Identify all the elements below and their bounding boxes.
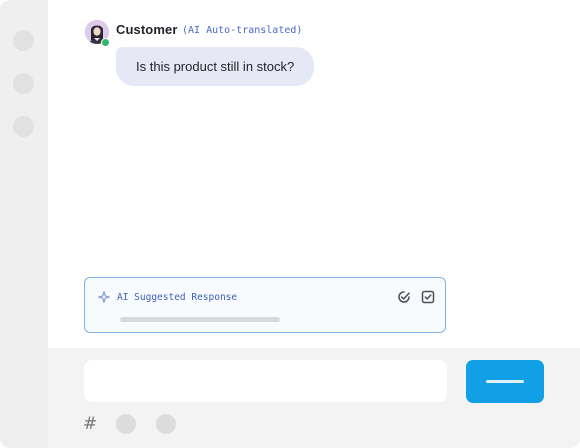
message-bubble: Is this product still in stock?	[116, 47, 315, 86]
auto-translated-tag: (AI Auto-translated)	[182, 25, 303, 36]
sidebar	[0, 0, 48, 448]
sidebar-item-1[interactable]	[13, 30, 34, 51]
composer-tool-button-2[interactable]	[156, 414, 176, 434]
checkbox-icon[interactable]	[421, 290, 435, 304]
sidebar-item-3[interactable]	[13, 116, 34, 137]
send-button[interactable]	[466, 360, 544, 403]
sidebar-item-2[interactable]	[13, 73, 34, 94]
ai-suggestion-box[interactable]	[84, 277, 446, 333]
hash-icon[interactable]: #	[83, 414, 97, 434]
suggestion-loading-placeholder	[120, 317, 280, 322]
online-status-indicator	[101, 38, 110, 47]
ai-suggestion-label: AI Suggested Response	[117, 292, 238, 303]
accept-suggestion-icon[interactable]	[397, 290, 411, 304]
chat-window: Customer (AI Auto-translated) Is this pr…	[0, 0, 580, 448]
composer-tool-button-1[interactable]	[116, 414, 136, 434]
sender-name: Customer	[116, 22, 178, 37]
message-input[interactable]	[84, 360, 447, 402]
send-button-label-placeholder	[486, 380, 524, 383]
sparkle-icon	[98, 291, 110, 303]
